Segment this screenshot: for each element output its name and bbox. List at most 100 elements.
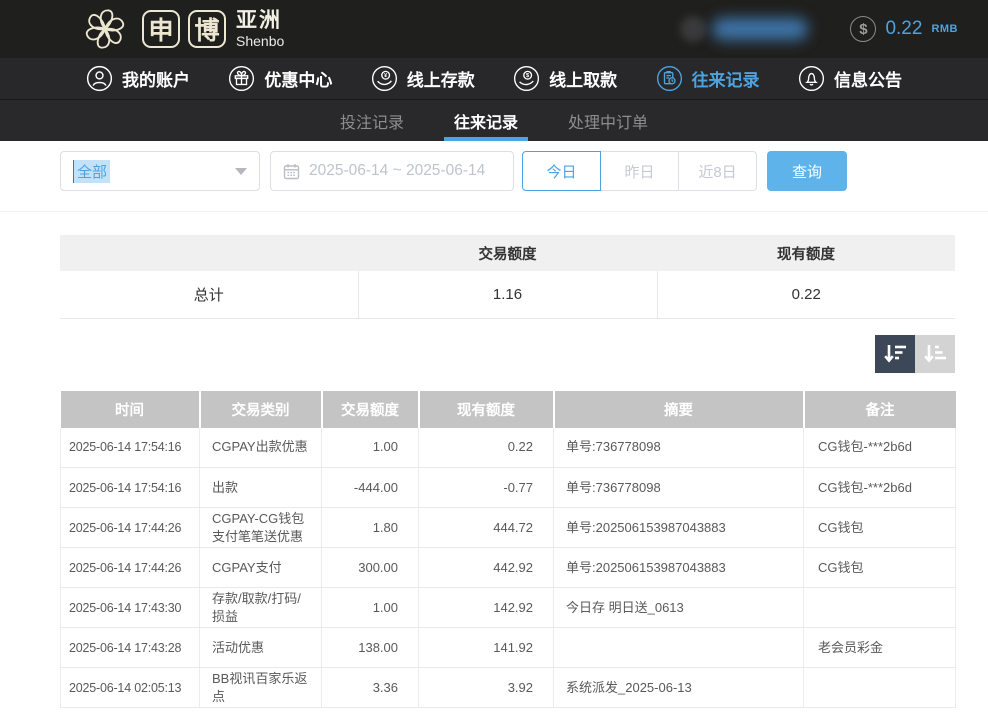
wallet-balance[interactable]: $ 0.22 RMB bbox=[850, 16, 958, 42]
records-header-row: 时间交易类别交易额度现有额度摘要备注 bbox=[61, 391, 956, 428]
tab-transaction-records[interactable]: 往来记录 bbox=[452, 100, 520, 141]
table-cell: 2025-06-14 17:44:26 bbox=[61, 508, 200, 548]
brand-logo: 申 博 亚洲 Shenbo bbox=[76, 3, 284, 55]
nav-item-deposit[interactable]: ¥ 线上存款 bbox=[371, 65, 475, 92]
table-cell: 出款 bbox=[200, 468, 322, 508]
nav-item-my-account[interactable]: 我的账户 bbox=[86, 65, 190, 92]
table-cell: 存款/取款/打码/损益 bbox=[200, 588, 322, 628]
yesterday-button[interactable]: 昨日 bbox=[600, 151, 679, 191]
quick-date-group: 今日 昨日 近8日 bbox=[522, 151, 757, 191]
table-cell: 活动优惠 bbox=[200, 628, 322, 668]
username-blur bbox=[712, 18, 808, 40]
column-header: 摘要 bbox=[554, 391, 804, 428]
table-row: 2025-06-14 17:54:16出款-444.00-0.77单号:7367… bbox=[61, 468, 956, 508]
table-cell: 2025-06-14 02:05:13 bbox=[61, 668, 200, 708]
table-cell: 1.00 bbox=[322, 588, 419, 628]
nav-item-withdraw[interactable]: $ 线上取款 bbox=[513, 65, 617, 92]
last8days-button[interactable]: 近8日 bbox=[678, 151, 757, 191]
balance-amount: 0.22 bbox=[885, 18, 922, 40]
filter-bar: 全部 2025-06-14 ~ 2025-06-14 今日 昨日 近8日 查询 bbox=[60, 151, 955, 191]
user-icon bbox=[86, 65, 113, 92]
column-header: 交易类别 bbox=[200, 391, 322, 428]
nav-label: 线上存款 bbox=[407, 66, 475, 91]
summary-table: 交易额度现有额度 总计1.160.22 bbox=[60, 235, 955, 319]
withdraw-icon: $ bbox=[513, 65, 540, 92]
nav-label: 优惠中心 bbox=[264, 66, 332, 91]
sort-desc-icon bbox=[883, 343, 907, 364]
nav-label: 我的账户 bbox=[122, 66, 190, 91]
nav-label: 信息公告 bbox=[834, 66, 902, 91]
sort-ascending-button[interactable] bbox=[915, 335, 955, 373]
sort-controls bbox=[60, 335, 955, 373]
table-cell: 单号:736778098 bbox=[554, 428, 804, 468]
table-cell bbox=[554, 628, 804, 668]
table-cell: 2025-06-14 17:54:16 bbox=[61, 468, 200, 508]
table-cell: 300.00 bbox=[322, 548, 419, 588]
date-range-input[interactable]: 2025-06-14 ~ 2025-06-14 bbox=[270, 151, 514, 191]
table-cell: 444.72 bbox=[419, 508, 554, 548]
nav-label: 线上取款 bbox=[549, 66, 617, 91]
sort-asc-icon bbox=[923, 343, 947, 364]
table-cell: 老会员彩金 bbox=[804, 628, 956, 668]
records-icon bbox=[656, 65, 683, 92]
column-header: 交易额度 bbox=[322, 391, 419, 428]
sub-nav: 投注记录 往来记录 处理中订单 bbox=[0, 100, 988, 141]
logo-char-box: 博 bbox=[188, 10, 226, 48]
table-cell bbox=[804, 588, 956, 628]
gift-icon bbox=[228, 65, 255, 92]
table-cell: 138.00 bbox=[322, 628, 419, 668]
logo-text: 亚洲 Shenbo bbox=[236, 10, 284, 48]
table-cell: 3.36 bbox=[322, 668, 419, 708]
username-redacted[interactable] bbox=[680, 16, 808, 42]
column-header: 备注 bbox=[804, 391, 956, 428]
records-table: 时间交易类别交易额度现有额度摘要备注 2025-06-14 17:54:16CG… bbox=[60, 391, 956, 709]
dollar-circle-icon: $ bbox=[850, 16, 876, 42]
nav-item-records[interactable]: 往来记录 bbox=[656, 65, 760, 92]
nav-item-promotions[interactable]: 优惠中心 bbox=[228, 65, 332, 92]
table-cell: 1.80 bbox=[322, 508, 419, 548]
table-cell: 0.22 bbox=[657, 271, 955, 318]
table-cell: 单号:202506153987043883 bbox=[554, 548, 804, 588]
table-cell: -444.00 bbox=[322, 468, 419, 508]
table-cell: -0.77 bbox=[419, 468, 554, 508]
table-cell: BB视讯百家乐返点 bbox=[200, 668, 322, 708]
tab-pending-orders[interactable]: 处理中订单 bbox=[566, 100, 650, 141]
logo-subtitle: Shenbo bbox=[236, 34, 284, 48]
type-select-value: 全部 bbox=[73, 160, 110, 183]
table-cell: 单号:202506153987043883 bbox=[554, 508, 804, 548]
table-row: 2025-06-14 17:43:28活动优惠138.00141.92老会员彩金 bbox=[61, 628, 956, 668]
table-row: 2025-06-14 02:05:13BB视讯百家乐返点3.363.92系统派发… bbox=[61, 668, 956, 708]
table-cell bbox=[804, 668, 956, 708]
table-cell: 系统派发_2025-06-13 bbox=[554, 668, 804, 708]
table-cell: CG钱包 bbox=[804, 508, 956, 548]
logo-region: 亚洲 bbox=[236, 10, 284, 31]
sort-descending-button[interactable] bbox=[875, 335, 915, 373]
table-cell: 1.16 bbox=[358, 271, 657, 318]
tab-betting-records[interactable]: 投注记录 bbox=[338, 100, 406, 141]
table-cell: CG钱包 bbox=[804, 548, 956, 588]
today-button[interactable]: 今日 bbox=[522, 151, 601, 191]
table-cell: 总计 bbox=[60, 271, 358, 318]
table-cell: 442.92 bbox=[419, 548, 554, 588]
bell-icon bbox=[798, 65, 825, 92]
type-select[interactable]: 全部 bbox=[60, 151, 260, 191]
column-header bbox=[60, 235, 358, 271]
table-cell: 单号:736778098 bbox=[554, 468, 804, 508]
balance-currency: RMB bbox=[931, 23, 958, 35]
date-range-value: 2025-06-14 ~ 2025-06-14 bbox=[309, 162, 485, 180]
table-row: 2025-06-14 17:54:16CGPAY出款优惠1.000.22单号:7… bbox=[61, 428, 956, 468]
table-row: 2025-06-14 17:44:26CGPAY支付300.00442.92单号… bbox=[61, 548, 956, 588]
nav-label: 往来记录 bbox=[692, 66, 760, 91]
search-button[interactable]: 查询 bbox=[767, 151, 847, 191]
main-nav: 我的账户 优惠中心 ¥ 线上存款 $ 线上取款 bbox=[0, 58, 988, 100]
nav-item-announcements[interactable]: 信息公告 bbox=[798, 65, 902, 92]
chevron-down-icon bbox=[235, 168, 247, 175]
column-header: 时间 bbox=[61, 391, 200, 428]
table-cell: 3.92 bbox=[419, 668, 554, 708]
table-cell: 2025-06-14 17:43:28 bbox=[61, 628, 200, 668]
table-cell: 0.22 bbox=[419, 428, 554, 468]
table-cell: 1.00 bbox=[322, 428, 419, 468]
avatar bbox=[680, 16, 706, 42]
table-cell: 2025-06-14 17:44:26 bbox=[61, 548, 200, 588]
summary-header-row: 交易额度现有额度 bbox=[60, 235, 955, 271]
